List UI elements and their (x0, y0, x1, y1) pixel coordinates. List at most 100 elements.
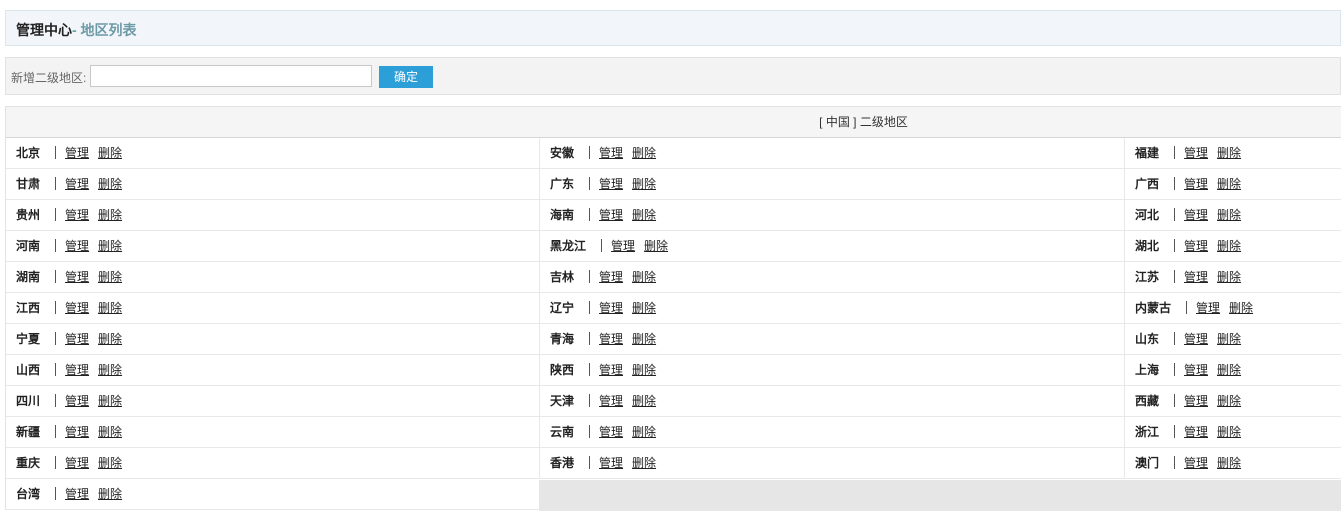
manage-link[interactable]: 管理 (599, 146, 623, 160)
delete-link[interactable]: 删除 (632, 425, 656, 439)
delete-link[interactable]: 删除 (632, 456, 656, 470)
manage-link[interactable]: 管理 (65, 208, 89, 222)
manage-link[interactable]: 管理 (65, 146, 89, 160)
divider (589, 425, 591, 438)
delete-link[interactable]: 删除 (632, 301, 656, 315)
manage-link[interactable]: 管理 (65, 456, 89, 470)
delete-link[interactable]: 删除 (632, 270, 656, 284)
manage-link[interactable]: 管理 (599, 363, 623, 377)
manage-link[interactable]: 管理 (599, 177, 623, 191)
delete-link[interactable]: 删除 (632, 363, 656, 377)
manage-link[interactable]: 管理 (1184, 208, 1208, 222)
divider (55, 425, 57, 438)
region-name: 贵州 (16, 208, 41, 222)
delete-link[interactable]: 删除 (98, 487, 122, 501)
delete-link[interactable]: 删除 (1217, 208, 1241, 222)
manage-link[interactable]: 管理 (1184, 456, 1208, 470)
delete-link[interactable]: 删除 (1229, 301, 1253, 315)
manage-link[interactable]: 管理 (1184, 394, 1208, 408)
delete-link[interactable]: 删除 (1217, 177, 1241, 191)
delete-link[interactable]: 删除 (632, 208, 656, 222)
delete-link[interactable]: 删除 (632, 146, 656, 160)
manage-link[interactable]: 管理 (65, 487, 89, 501)
region-name: 浙江 (1135, 425, 1160, 439)
delete-link[interactable]: 删除 (98, 332, 122, 346)
region-table: [ 中国 ] 二级地区 北京 管理 删除 安徽 管理 删除 福建 管理 删除 甘肃 管理 删除 广东 管理… (5, 106, 1341, 511)
manage-link[interactable]: 管理 (1184, 425, 1208, 439)
delete-link[interactable]: 删除 (632, 332, 656, 346)
delete-link[interactable]: 删除 (1217, 146, 1241, 160)
region-name: 海南 (550, 208, 575, 222)
delete-link[interactable]: 删除 (98, 301, 122, 315)
delete-link[interactable]: 删除 (644, 239, 668, 253)
delete-link[interactable]: 删除 (1217, 363, 1241, 377)
delete-link[interactable]: 删除 (98, 208, 122, 222)
manage-link[interactable]: 管理 (599, 425, 623, 439)
manage-link[interactable]: 管理 (599, 301, 623, 315)
manage-link[interactable]: 管理 (599, 394, 623, 408)
manage-link[interactable]: 管理 (65, 177, 89, 191)
region-name: 山东 (1135, 332, 1160, 346)
manage-link[interactable]: 管理 (1196, 301, 1220, 315)
manage-link[interactable]: 管理 (1184, 332, 1208, 346)
manage-link[interactable]: 管理 (599, 270, 623, 284)
region-cell: 江苏 管理 删除 (1124, 262, 1341, 292)
delete-link[interactable]: 删除 (1217, 239, 1241, 253)
manage-link[interactable]: 管理 (65, 394, 89, 408)
delete-link[interactable]: 删除 (632, 394, 656, 408)
manage-link[interactable]: 管理 (1184, 239, 1208, 253)
region-cell: 江西 管理 删除 (6, 293, 539, 323)
manage-link[interactable]: 管理 (1184, 363, 1208, 377)
manage-link[interactable]: 管理 (1184, 270, 1208, 284)
region-cell: 陕西 管理 删除 (539, 355, 1125, 385)
manage-link[interactable]: 管理 (65, 425, 89, 439)
delete-link[interactable]: 删除 (98, 394, 122, 408)
manage-link[interactable]: 管理 (1184, 177, 1208, 191)
region-cell: 内蒙古 管理 删除 (1124, 293, 1341, 323)
region-name: 吉林 (550, 270, 575, 284)
delete-link[interactable]: 删除 (1217, 332, 1241, 346)
manage-link[interactable]: 管理 (65, 332, 89, 346)
delete-link[interactable]: 删除 (1217, 456, 1241, 470)
divider (589, 332, 591, 345)
region-name: 台湾 (16, 487, 41, 501)
manage-link[interactable]: 管理 (599, 332, 623, 346)
manage-link[interactable]: 管理 (1184, 146, 1208, 160)
region-cell: 甘肃 管理 删除 (6, 169, 539, 199)
manage-link[interactable]: 管理 (611, 239, 635, 253)
divider (1174, 239, 1176, 252)
delete-link[interactable]: 删除 (632, 177, 656, 191)
confirm-button[interactable]: 确定 (379, 66, 433, 88)
manage-link[interactable]: 管理 (65, 363, 89, 377)
manage-link[interactable]: 管理 (65, 270, 89, 284)
add-region-bar: 新增二级地区: 确定 (5, 57, 1341, 95)
manage-link[interactable]: 管理 (599, 456, 623, 470)
region-name: 江苏 (1135, 270, 1160, 284)
delete-link[interactable]: 删除 (98, 456, 122, 470)
region-cell: 湖北 管理 删除 (1124, 231, 1341, 261)
divider (55, 146, 57, 159)
delete-link[interactable]: 删除 (98, 425, 122, 439)
delete-link[interactable]: 删除 (1217, 394, 1241, 408)
region-name: 上海 (1135, 363, 1160, 377)
delete-link[interactable]: 删除 (1217, 270, 1241, 284)
divider (1174, 208, 1176, 221)
manage-link[interactable]: 管理 (65, 239, 89, 253)
delete-link[interactable]: 删除 (98, 270, 122, 284)
region-cell: 西藏 管理 删除 (1124, 386, 1341, 416)
region-name-input[interactable] (90, 65, 372, 87)
region-name: 安徽 (550, 146, 575, 160)
delete-link[interactable]: 删除 (98, 363, 122, 377)
delete-link[interactable]: 删除 (98, 146, 122, 160)
region-cell: 宁夏 管理 删除 (6, 324, 539, 354)
delete-link[interactable]: 删除 (98, 239, 122, 253)
manage-link[interactable]: 管理 (599, 208, 623, 222)
divider (55, 270, 57, 283)
divider (55, 177, 57, 190)
region-name: 黑龙江 (550, 239, 587, 253)
manage-link[interactable]: 管理 (65, 301, 89, 315)
delete-link[interactable]: 删除 (98, 177, 122, 191)
delete-link[interactable]: 删除 (1217, 425, 1241, 439)
divider (1174, 456, 1176, 469)
divider (589, 394, 591, 407)
